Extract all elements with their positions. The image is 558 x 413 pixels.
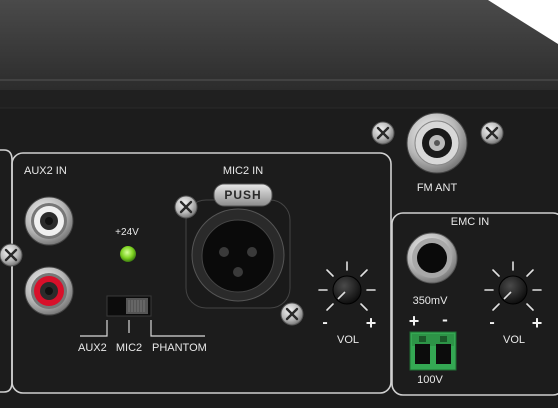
phono-jack[interactable] bbox=[406, 232, 458, 284]
aux2-in-label: AUX2 IN bbox=[24, 165, 67, 177]
phantom-led bbox=[120, 246, 136, 262]
terminal-minus: - bbox=[442, 310, 448, 329]
rca-white-jack[interactable] bbox=[24, 196, 74, 246]
switch-phantom-label: PHANTOM bbox=[152, 342, 207, 354]
rca-red-jack[interactable] bbox=[24, 266, 74, 316]
screw-icon bbox=[479, 120, 505, 146]
sensitivity-label: 350mV bbox=[412, 295, 448, 307]
fm-ant-label: FM ANT bbox=[416, 182, 458, 194]
led-24v-label: +24V bbox=[115, 227, 139, 238]
switch-mic2-label: MIC2 bbox=[115, 342, 143, 354]
emc-in-label: EMC IN bbox=[450, 216, 490, 228]
emc-vol-minus: - bbox=[489, 314, 495, 331]
switch-aux2-label: AUX2 bbox=[78, 342, 107, 354]
mic2-in-label: MIC2 IN bbox=[222, 165, 264, 177]
vol-label: VOL bbox=[336, 334, 360, 346]
vol-plus: + bbox=[365, 313, 377, 333]
emc-vol-plus: + bbox=[531, 313, 543, 333]
screw-icon bbox=[279, 301, 305, 327]
screw-icon bbox=[370, 120, 396, 146]
coax-connector[interactable] bbox=[406, 112, 468, 174]
v100-label: 100V bbox=[417, 374, 443, 386]
terminal-block[interactable] bbox=[409, 331, 457, 371]
xlr-jack[interactable] bbox=[185, 199, 291, 309]
emc-vol-label: VOL bbox=[502, 334, 526, 346]
screw-icon bbox=[173, 194, 199, 220]
push-label: PUSH bbox=[224, 188, 262, 202]
input-select-switch[interactable] bbox=[106, 295, 152, 317]
screw-icon bbox=[0, 242, 24, 268]
vol-minus: - bbox=[322, 314, 328, 331]
terminal-plus: + bbox=[408, 311, 420, 331]
rear-panel: AUX2 IN MIC2 IN PUSH +24V AUX2 MIC2 PHAN… bbox=[0, 0, 558, 408]
chassis-top bbox=[0, 0, 558, 90]
